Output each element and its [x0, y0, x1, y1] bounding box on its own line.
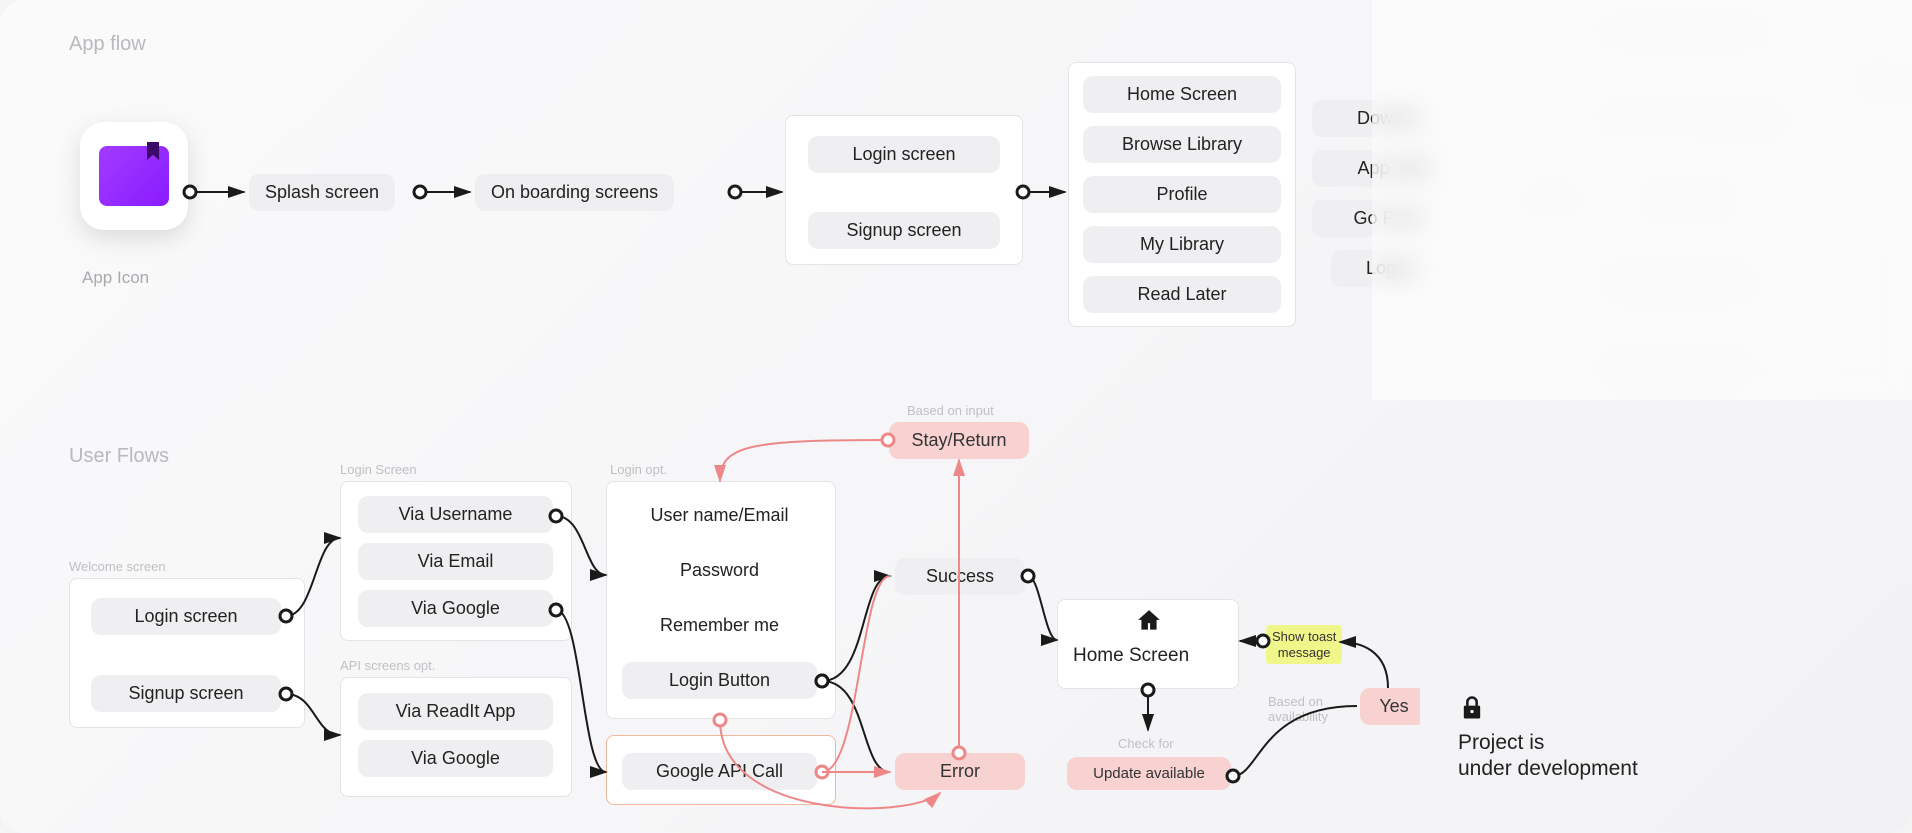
node-password[interactable]: Password [622, 552, 817, 589]
node-profile[interactable]: Profile [1083, 176, 1281, 213]
node-stay-return[interactable]: Stay/Return [889, 422, 1029, 459]
app-icon-glyph [99, 146, 169, 206]
node-via-username[interactable]: Via Username [358, 496, 553, 533]
node-username-email[interactable]: User name/Email [622, 497, 817, 534]
label-login-screen: Login Screen [340, 462, 417, 477]
label-based-input: Based on input [907, 403, 994, 418]
node-success[interactable]: Success [895, 558, 1025, 595]
label-based-availability: Based on availability [1268, 694, 1328, 724]
node-read-later[interactable]: Read Later [1083, 276, 1281, 313]
node-onboarding[interactable]: On boarding screens [475, 174, 674, 211]
node-my-library[interactable]: My Library [1083, 226, 1281, 263]
node-login-btn[interactable]: Login Button [622, 662, 817, 699]
label-welcome-screen: Welcome screen [69, 559, 166, 574]
node-update-available[interactable]: Update available [1067, 757, 1231, 790]
node-via-readit[interactable]: Via ReadIt App [358, 693, 553, 730]
node-signup[interactable]: Signup screen [808, 212, 1000, 249]
label-login-opt: Login opt. [610, 462, 667, 477]
node-error[interactable]: Error [895, 753, 1025, 790]
node-home[interactable]: Home Screen [1083, 76, 1281, 113]
app-icon-label: App Icon [82, 268, 149, 288]
node-welcome-signup[interactable]: Signup screen [91, 675, 281, 712]
node-via-email[interactable]: Via Email [358, 543, 553, 580]
node-splash[interactable]: Splash screen [249, 174, 395, 211]
node-yes[interactable]: Yes [1360, 688, 1428, 725]
app-icon [80, 122, 188, 230]
node-browse[interactable]: Browse Library [1083, 126, 1281, 163]
node-home-screen[interactable]: Home Screen [1073, 645, 1189, 667]
dev-line1: Project is [1458, 731, 1544, 754]
node-remember[interactable]: Remember me [622, 607, 817, 644]
home-icon [1136, 608, 1162, 634]
node-login[interactable]: Login screen [808, 136, 1000, 173]
section-app-flow: App flow [69, 33, 146, 56]
lock-icon [1458, 694, 1486, 722]
label-check-for: Check for [1118, 736, 1174, 751]
dev-line2: under development [1458, 757, 1638, 780]
dev-badge: Project is under development [1458, 694, 1638, 783]
section-user-flows: User Flows [69, 445, 169, 468]
node-welcome-login[interactable]: Login screen [91, 598, 281, 635]
node-show-toast[interactable]: Show toast message [1266, 625, 1342, 664]
label-api-screens: API screens opt. [340, 658, 435, 673]
node-google-api[interactable]: Google API Call [622, 753, 817, 790]
node-via-google[interactable]: Via Google [358, 590, 553, 627]
node-via-google2[interactable]: Via Google [358, 740, 553, 777]
